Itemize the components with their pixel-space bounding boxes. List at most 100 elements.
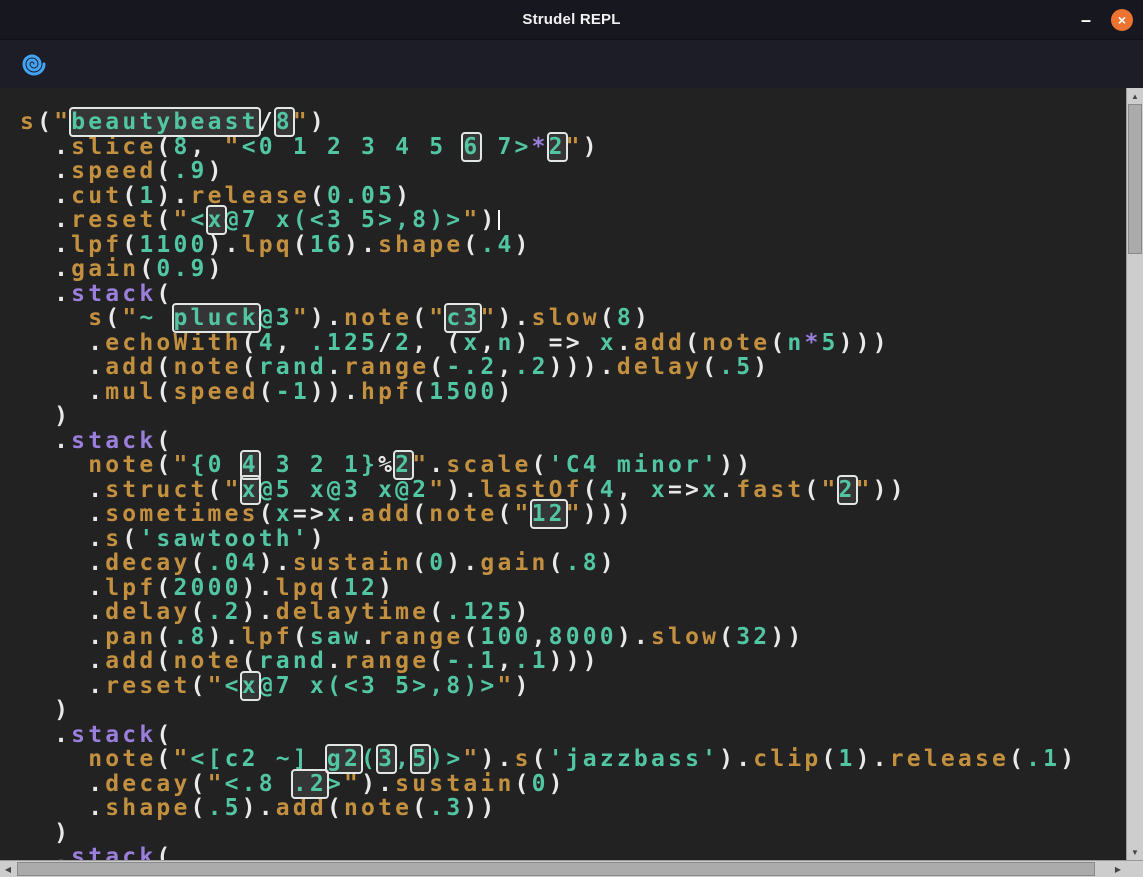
code-token: .5 <box>208 795 242 821</box>
code-token: ( <box>515 771 532 797</box>
code-token: ). <box>446 477 480 503</box>
code-token: 2000 <box>173 575 241 601</box>
code-token: @7 x(<3 5>,8)> <box>225 207 464 233</box>
code-token: gain <box>480 550 548 576</box>
code-line[interactable]: .decay("<.8 .2>").sustain(0) <box>20 772 1126 797</box>
code-token: , <box>617 477 651 503</box>
horizontal-scroll-thumb[interactable] <box>17 862 1095 876</box>
titlebar[interactable]: Strudel REPL – × <box>0 0 1143 40</box>
code-token: . <box>429 452 446 478</box>
code-token <box>20 746 88 772</box>
code-line[interactable]: .stack( <box>20 282 1126 307</box>
code-token: note <box>173 354 241 380</box>
code-token: add <box>105 354 156 380</box>
code-line[interactable]: .struct("x@5 x@3 x@2").lastOf(4, x=>x.fa… <box>20 478 1126 503</box>
code-token: . <box>20 795 105 821</box>
code-token: , <box>497 648 514 674</box>
code-token: )). <box>310 379 361 405</box>
code-line[interactable]: .decay(.04).sustain(0).gain(.8) <box>20 551 1126 576</box>
horizontal-scrollbar[interactable]: ◀ ▶ <box>0 860 1143 877</box>
code-line[interactable]: .shape(.5).add(note(.3)) <box>20 796 1126 821</box>
code-token: 12 <box>344 575 378 601</box>
code-line[interactable]: .lpf(1100).lpq(16).shape(.4) <box>20 233 1126 258</box>
code-token: => <box>293 501 327 527</box>
code-token: ( <box>310 183 327 209</box>
code-token: .125 <box>310 330 378 356</box>
code-token: ( <box>429 354 446 380</box>
strudel-logo-icon[interactable] <box>20 50 48 78</box>
code-line[interactable]: .speed(.9) <box>20 159 1126 184</box>
code-token: ( <box>327 795 344 821</box>
code-token: rand <box>259 354 327 380</box>
code-line[interactable]: note("{0 4 3 2 1}%2".scale('C4 minor')) <box>20 453 1126 478</box>
code-token: " <box>54 109 71 135</box>
code-token: . <box>20 134 71 160</box>
code-line[interactable]: ) <box>20 698 1126 723</box>
code-line[interactable]: .reset("<x@7 x(<3 5>,8)>") <box>20 674 1126 699</box>
code-line[interactable]: s("~ pluck@3").note("c3").slow(8) <box>20 306 1126 331</box>
code-line[interactable]: .stack( <box>20 723 1126 748</box>
code-token: => <box>668 477 702 503</box>
code-token: lpf <box>71 232 122 258</box>
code-token: , <box>480 330 497 356</box>
close-button[interactable]: × <box>1111 9 1133 31</box>
code-token: 100 <box>480 624 531 650</box>
code-token: ( <box>702 354 719 380</box>
code-token: . <box>20 673 105 699</box>
code-line[interactable]: .add(note(rand.range(-.1,.1))) <box>20 649 1126 674</box>
code-token: -1 <box>276 379 310 405</box>
code-line[interactable]: note("<[c2 ~] g2(3,5)>").s('jazzbass').c… <box>20 747 1126 772</box>
code-token: s <box>515 746 532 772</box>
code-line[interactable]: .stack( <box>20 845 1126 860</box>
code-token: 7> <box>480 134 531 160</box>
code-line[interactable]: .stack( <box>20 429 1126 454</box>
code-token: ). <box>242 795 276 821</box>
code-token: note <box>88 746 156 772</box>
code-token: 1100 <box>139 232 207 258</box>
code-line[interactable]: .add(note(rand.range(-.2,.2))).delay(.5) <box>20 355 1126 380</box>
code-editor[interactable]: s("beautybeast/8") .slice(8, "<0 1 2 3 4… <box>0 88 1126 860</box>
code-line[interactable]: s("beautybeast/8") <box>20 110 1126 135</box>
code-line[interactable]: ) <box>20 821 1126 846</box>
code-line[interactable]: .reset("<x@7 x(<3 5>,8)>") <box>20 208 1126 233</box>
code-token: ). <box>480 746 514 772</box>
code-token: . <box>20 477 105 503</box>
code-token: % <box>378 452 395 478</box>
code-line[interactable]: .echoWith(4, .125/2, (x,n) => x.add(note… <box>20 331 1126 356</box>
code-line[interactable]: .pan(.8).lpf(saw.range(100,8000).slow(32… <box>20 625 1126 650</box>
code-line[interactable]: .delay(.2).delaytime(.125) <box>20 600 1126 625</box>
code-line[interactable]: ) <box>20 404 1126 429</box>
code-token: ). <box>259 550 293 576</box>
scroll-right-icon: ▶ <box>1115 865 1121 874</box>
scroll-up-button[interactable]: ▲ <box>1127 88 1143 104</box>
vertical-scroll-thumb[interactable] <box>1128 104 1142 254</box>
code-line[interactable]: .gain(0.9) <box>20 257 1126 282</box>
code-token: " <box>225 134 242 160</box>
code-token: " <box>480 305 497 331</box>
code-token: ) <box>600 550 617 576</box>
vertical-scroll-track[interactable] <box>1127 104 1143 844</box>
code-line[interactable]: .s('sawtooth') <box>20 527 1126 552</box>
minimize-button[interactable]: – <box>1077 11 1095 29</box>
code-token: s <box>105 526 122 552</box>
code-token: ). <box>208 624 242 650</box>
code-token: add <box>105 648 156 674</box>
code-line[interactable]: .lpf(2000).lpq(12) <box>20 576 1126 601</box>
code-token: . <box>20 428 71 454</box>
code-token: ( <box>156 452 173 478</box>
code-token: x <box>651 477 668 503</box>
code-line[interactable]: .mul(speed(-1)).hpf(1500) <box>20 380 1126 405</box>
code-line[interactable]: .slice(8, "<0 1 2 3 4 5 6 7>*2") <box>20 135 1126 160</box>
code-line[interactable]: .sometimes(x=>x.add(note("12"))) <box>20 502 1126 527</box>
scroll-left-button[interactable]: ◀ <box>0 861 16 877</box>
code-token: .8 <box>173 624 207 650</box>
vertical-scrollbar[interactable]: ▲ ▼ <box>1126 88 1143 860</box>
code-line[interactable]: .cut(1).release(0.05) <box>20 184 1126 209</box>
code-token: ( <box>156 722 173 748</box>
code-token: ( <box>156 624 173 650</box>
active-event-highlight: x <box>208 207 225 233</box>
code-token: ). <box>156 183 190 209</box>
scroll-right-button[interactable]: ▶ <box>1110 861 1126 877</box>
horizontal-scroll-track[interactable] <box>16 861 1110 877</box>
scroll-down-button[interactable]: ▼ <box>1127 844 1143 860</box>
